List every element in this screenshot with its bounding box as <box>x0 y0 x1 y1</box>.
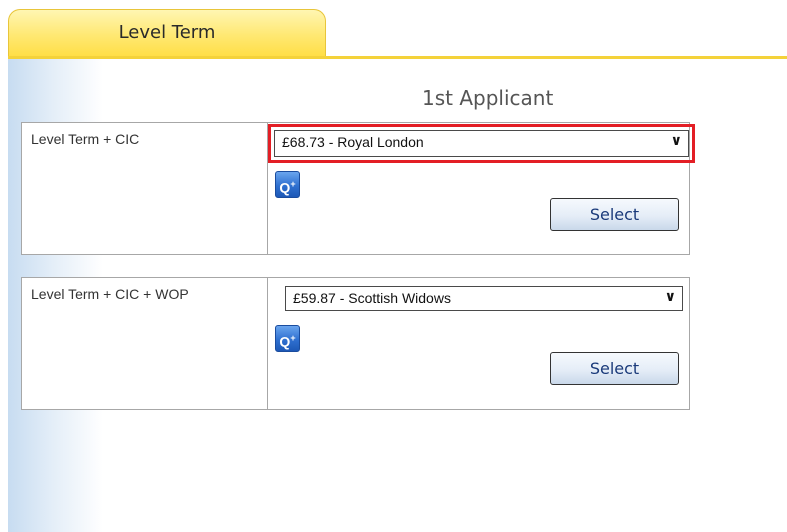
quote-cell: £68.73 - Royal London ∨ Q+ Select <box>268 123 695 254</box>
product-name: Level Term + CIC + WOP <box>31 286 189 302</box>
highlight-box: £68.73 - Royal London ∨ <box>268 124 695 163</box>
quote-detail-icon[interactable]: Q+ <box>275 171 300 198</box>
select-button[interactable]: Select <box>550 198 679 231</box>
product-name-cell: Level Term + CIC + WOP <box>22 278 268 409</box>
chevron-down-icon: ∨ <box>664 289 676 305</box>
quote-detail-icon[interactable]: Q+ <box>275 325 300 352</box>
quote-dropdown[interactable]: £68.73 - Royal London ∨ <box>274 130 689 157</box>
product-row-level-term-cic-wop: Level Term + CIC + WOP £59.87 - Scottish… <box>21 277 690 410</box>
applicant-header: 1st Applicant <box>422 86 554 110</box>
quote-dropdown[interactable]: £59.87 - Scottish Widows ∨ <box>285 286 683 311</box>
product-name-cell: Level Term + CIC <box>22 123 268 254</box>
select-button[interactable]: Select <box>550 352 679 385</box>
tab-level-term[interactable]: Level Term <box>8 9 326 57</box>
quote-cell: £59.87 - Scottish Widows ∨ Q+ Select <box>268 278 689 409</box>
product-row-level-term-cic: Level Term + CIC £68.73 - Royal London ∨… <box>21 122 695 255</box>
tab-label: Level Term <box>118 22 216 43</box>
chevron-down-icon: ∨ <box>670 133 682 149</box>
dropdown-value: £59.87 - Scottish Widows <box>293 290 451 306</box>
product-name: Level Term + CIC <box>31 131 140 147</box>
dropdown-value: £68.73 - Royal London <box>282 134 424 150</box>
